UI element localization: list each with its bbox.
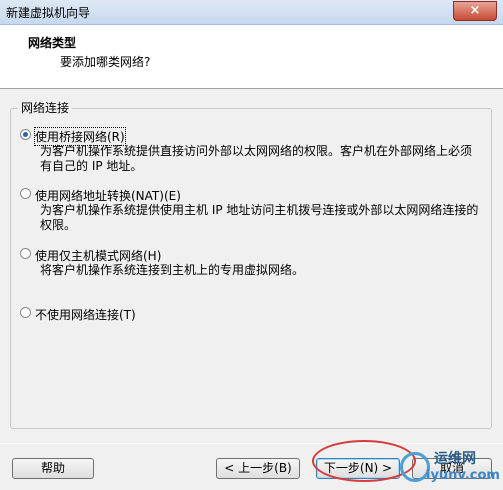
desc-line: 将客户机操作系统连接到主机上的专用虚拟网络。: [40, 263, 305, 277]
help-button[interactable]: 帮助: [12, 458, 94, 479]
page-title: 网络类型: [28, 36, 77, 50]
title-bar: 新建虚拟机向导 ×: [0, 0, 503, 25]
radio-button-no-network[interactable]: [20, 307, 31, 318]
watermark-domain: iyunv.com: [426, 468, 500, 483]
option-label-bridged[interactable]: 使用桥接网络(R): [34, 127, 126, 146]
close-button[interactable]: ×: [453, 1, 497, 21]
option-label-no-network[interactable]: 不使用网络连接(T): [35, 306, 136, 323]
desc-line: 为客户机操作系统提供直接访问外部以太网网络的权限。客户机在外部网络上必须: [40, 144, 473, 158]
wizard-header: 网络类型 要添加哪类网络?: [0, 25, 503, 89]
desc-line: 有自己的 IP 地址。: [40, 159, 143, 173]
group-label: 网络连接: [18, 99, 73, 116]
window-title: 新建虚拟机向导: [6, 6, 91, 20]
radio-button-host-only[interactable]: [20, 248, 31, 259]
option-desc-host-only: 将客户机操作系统连接到主机上的专用虚拟网络。: [40, 263, 304, 278]
desc-line: 为客户机操作系统提供使用主机 IP 地址访问主机拨号连接或外部以太网网络连接的: [40, 203, 479, 217]
option-desc-bridged: 为客户机操作系统提供直接访问外部以太网网络的权限。客户机在外部网络上必须 有自己…: [40, 144, 472, 174]
desc-line: 权限。: [40, 218, 77, 232]
back-button[interactable]: < 上一步(B): [216, 458, 300, 479]
option-label-nat[interactable]: 使用网络地址转换(NAT)(E): [35, 187, 181, 204]
footer-divider: [0, 443, 503, 444]
option-label-host-only[interactable]: 使用仅主机模式网络(H): [35, 247, 161, 264]
radio-button-nat[interactable]: [20, 188, 31, 199]
watermark-logo: 运维网 iyunv.com: [398, 448, 503, 490]
page-subtitle: 要添加哪类网络?: [60, 55, 151, 69]
radio-button-bridged[interactable]: [20, 129, 31, 140]
option-desc-nat: 为客户机操作系统提供使用主机 IP 地址访问主机拨号连接或外部以太网网络连接的 …: [40, 203, 478, 233]
watermark-text: 运维网: [434, 451, 476, 467]
close-icon: ×: [469, 3, 481, 18]
